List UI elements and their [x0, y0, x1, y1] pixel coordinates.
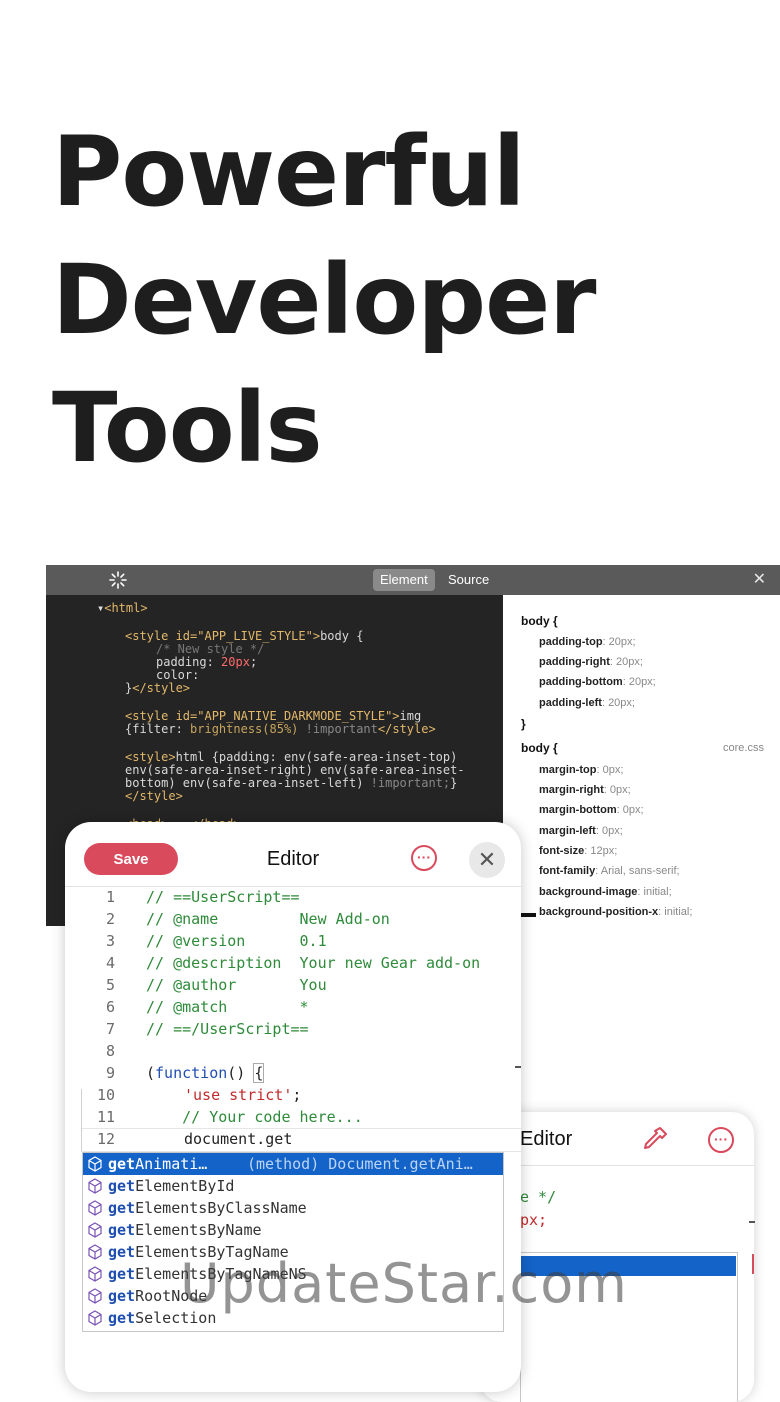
css-property[interactable]: padding-left: 20px; [539, 697, 635, 709]
css-property[interactable]: padding-right: 20px; [539, 656, 643, 668]
watermark: UpdateStar.com [180, 1252, 628, 1315]
inspector-toolbar: Element Source ✕ [46, 565, 780, 595]
code-line: 1// ==UserScript== [105, 888, 300, 906]
editor-title: Editor [520, 1128, 573, 1150]
divider [749, 1221, 755, 1223]
code-line: 12 document.get [96, 1130, 293, 1148]
code-line: 6// @match * [105, 998, 309, 1016]
headline-line-3: Tools [52, 372, 323, 484]
css-property[interactable]: margin-bottom: 0px; [539, 804, 644, 816]
code-line: 11 // Your code here... [96, 1108, 363, 1126]
css-selector: body { [521, 741, 558, 755]
code-line: px; [520, 1211, 548, 1229]
editor-title: Editor [266, 848, 320, 870]
code-line: 5// @author You [105, 976, 327, 994]
tab-source[interactable]: Source [441, 569, 496, 591]
headline-line-2: Developer [52, 244, 597, 356]
code-line: 4// @description Your new Gear add-on [105, 954, 481, 972]
method-cube-icon [88, 1244, 102, 1260]
method-cube-icon [88, 1178, 102, 1194]
css-property[interactable]: font-family: Arial, sans-serif; [539, 865, 680, 877]
close-icon[interactable]: ✕ [469, 842, 505, 878]
css-property[interactable]: margin-right: 0px; [539, 784, 631, 796]
autocomplete-item[interactable]: getElementsByName [83, 1219, 503, 1241]
css-property[interactable]: font-size: 12px; [539, 845, 617, 857]
autocomplete-item[interactable]: getElementById [83, 1175, 503, 1197]
autocomplete-item[interactable]: getAnimati… (method) Document.getAni… [83, 1153, 503, 1175]
more-options-icon[interactable]: ··· [708, 1127, 734, 1153]
css-source-link[interactable]: core.css [723, 742, 764, 754]
css-property[interactable]: margin-left: 0px; [539, 825, 623, 837]
headline: Powerful Developer Tools [52, 108, 752, 492]
divider [480, 1165, 754, 1166]
tab-element[interactable]: Element [373, 569, 435, 591]
loading-spinner-icon[interactable] [108, 570, 128, 590]
css-selector: body { [521, 614, 558, 628]
css-property[interactable]: background-image: initial; [539, 886, 672, 898]
code-line: 3// @version 0.1 [105, 932, 327, 950]
css-property[interactable]: padding-top: 20px; [539, 636, 636, 648]
method-cube-icon [88, 1266, 102, 1282]
close-icon[interactable]: ✕ [753, 570, 766, 590]
headline-line-1: Powerful [52, 116, 525, 228]
dom-text: </style> [125, 789, 183, 803]
css-rule-close: } [521, 717, 526, 731]
method-cube-icon [88, 1200, 102, 1216]
code-line: 10'use strict'; [96, 1086, 302, 1104]
dom-text: }</style> [125, 681, 191, 695]
method-cube-icon [88, 1288, 102, 1304]
method-cube-icon [88, 1156, 102, 1172]
dom-node-html[interactable]: ▾<html> [97, 602, 148, 615]
eyedropper-icon[interactable] [640, 1124, 670, 1154]
code-line: 7// ==/UserScript== [105, 1020, 309, 1038]
css-property[interactable]: margin-top: 0px; [539, 764, 623, 776]
autocomplete-item[interactable]: getElementsByClassName [83, 1197, 503, 1219]
code-line: 8 [105, 1042, 115, 1060]
editor-header: Save Editor ··· ✕ [65, 822, 521, 887]
code-line: e */ [520, 1188, 557, 1206]
css-property[interactable]: background-position-x: initial; [539, 906, 692, 918]
divider [515, 1066, 521, 1068]
divider [520, 913, 536, 917]
code-line: 9 (function() { [105, 1063, 265, 1083]
css-rules-panel: body { padding-top: 20px; padding-right:… [503, 595, 780, 926]
more-options-icon[interactable]: ··· [411, 845, 437, 871]
method-cube-icon [88, 1222, 102, 1238]
css-property[interactable]: padding-bottom: 20px; [539, 676, 656, 688]
method-cube-icon [88, 1310, 102, 1326]
dom-text: {filter: brightness(85%) !important</sty… [125, 722, 436, 736]
scrollbar[interactable] [752, 1254, 754, 1274]
code-line: 2// @name New Add-on [105, 910, 390, 928]
